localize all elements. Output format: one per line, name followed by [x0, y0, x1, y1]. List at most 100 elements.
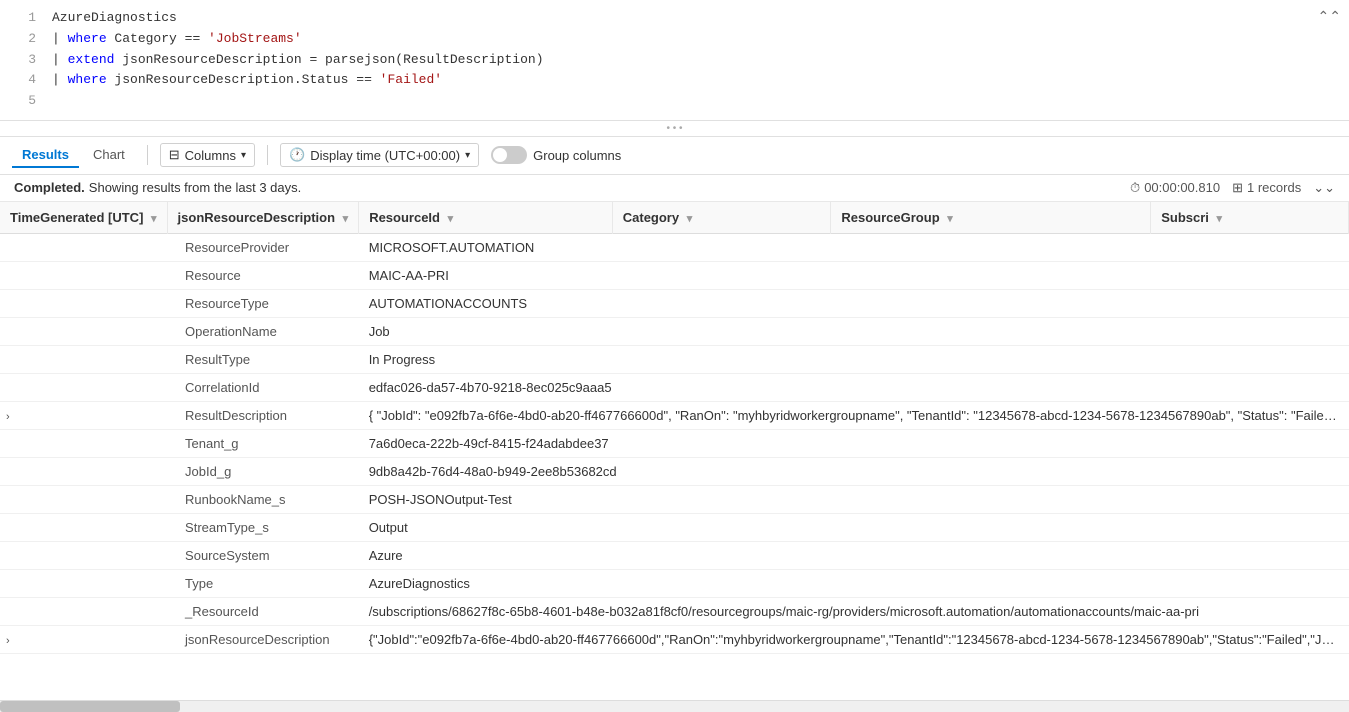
line-number: 4 — [12, 70, 36, 91]
line-content: | extend jsonResourceDescription = parse… — [52, 50, 544, 71]
code-line: 4| where jsonResourceDescription.Status … — [0, 70, 1349, 91]
collapse-editor-button[interactable]: ⌃⌃ — [1318, 8, 1341, 25]
table-row: CorrelationIdedfac026-da57-4b70-9218-8ec… — [0, 373, 1349, 401]
row-value: Output — [359, 513, 1349, 541]
table-header-cell[interactable]: Category ▾ — [612, 202, 831, 234]
row-label: jsonResourceDescription — [167, 625, 359, 653]
expand-cell — [0, 317, 167, 345]
toggle-switch-control[interactable] — [491, 146, 527, 164]
row-label: ResultDescription — [167, 401, 359, 429]
row-label: Tenant_g — [167, 429, 359, 457]
display-time-button[interactable]: 🕐 Display time (UTC+00:00) ▾ — [280, 143, 479, 167]
expand-cell — [0, 485, 167, 513]
expand-cell — [0, 541, 167, 569]
row-value: In Progress — [359, 345, 1349, 373]
clock-icon-status: ⏱ — [1130, 180, 1140, 196]
scrollbar-thumb[interactable] — [0, 701, 180, 712]
table-row: JobId_g9db8a42b-76d4-48a0-b949-2ee8b5368… — [0, 457, 1349, 485]
table-row: ResultTypeIn Progress — [0, 345, 1349, 373]
row-label: OperationName — [167, 317, 359, 345]
code-editor[interactable]: 1AzureDiagnostics2| where Category == 'J… — [0, 0, 1349, 121]
line-number: 3 — [12, 50, 36, 71]
expand-cell — [0, 597, 167, 625]
status-showing: Showing results from the last 3 days. — [89, 180, 301, 195]
filter-icon[interactable]: ▾ — [1217, 213, 1223, 225]
row-value: edfac026-da57-4b70-9218-8ec025c9aaa5 — [359, 373, 1349, 401]
row-label: StreamType_s — [167, 513, 359, 541]
table-row: StreamType_sOutput — [0, 513, 1349, 541]
row-label: SourceSystem — [167, 541, 359, 569]
row-value: Azure — [359, 541, 1349, 569]
line-number: 1 — [12, 8, 36, 29]
expand-cell — [0, 513, 167, 541]
row-value: Job — [359, 317, 1349, 345]
filter-icon[interactable]: ▾ — [448, 213, 454, 225]
records-display: ⊞ 1 records — [1232, 180, 1301, 196]
code-line: 3 | extend jsonResourceDescription = pars… — [0, 50, 1349, 71]
clock-icon: 🕐 — [289, 147, 305, 163]
table-row: › jsonResourceDescription{"JobId":"e092fb… — [0, 625, 1349, 653]
row-value: 9db8a42b-76d4-48a0-b949-2ee8b53682cd — [359, 457, 1349, 485]
status-left: Completed. Showing results from the last… — [14, 180, 301, 195]
expand-results-button[interactable]: ⌄⌄ — [1313, 180, 1335, 196]
horizontal-scrollbar[interactable] — [0, 700, 1349, 712]
row-label: JobId_g — [167, 457, 359, 485]
row-value: { "JobId": "e092fb7a-6f6e-4bd0-ab20-ff46… — [359, 401, 1349, 429]
table-row: TypeAzureDiagnostics — [0, 569, 1349, 597]
line-number: 5 — [12, 91, 36, 112]
row-expand-button[interactable]: › — [6, 635, 10, 647]
table-icon-status: ⊞ — [1232, 180, 1243, 196]
table-header-cell[interactable]: ResourceId ▾ — [359, 202, 613, 234]
tab-chart[interactable]: Chart — [83, 143, 135, 168]
status-bar: Completed. Showing results from the last… — [0, 175, 1349, 202]
row-label: RunbookName_s — [167, 485, 359, 513]
tab-results[interactable]: Results — [12, 143, 79, 168]
columns-button[interactable]: ⊟ Columns ▾ — [160, 143, 255, 167]
expand-cell — [0, 457, 167, 485]
row-value: POSH-JSONOutput-Test — [359, 485, 1349, 513]
filter-icon[interactable]: ▾ — [343, 213, 349, 225]
row-label: Resource — [167, 261, 359, 289]
filter-icon[interactable]: ▾ — [151, 213, 157, 225]
status-right: ⏱ 00:00:00.810 ⊞ 1 records ⌄⌄ — [1130, 180, 1335, 196]
group-columns-toggle[interactable]: Group columns — [491, 146, 621, 164]
resize-handle[interactable]: • • • — [0, 121, 1349, 137]
filter-icon[interactable]: ▾ — [687, 213, 693, 225]
row-value: {"JobId":"e092fb7a-6f6e-4bd0-ab20-ff4677… — [359, 625, 1349, 653]
results-table-container: TimeGenerated [UTC] ▾jsonResourceDescrip… — [0, 202, 1349, 700]
table-row: › ResultDescription{ "JobId": "e092fb7a-6… — [0, 401, 1349, 429]
table-row: Tenant_g7a6d0eca-222b-49cf-8415-f24adabd… — [0, 429, 1349, 457]
status-completed: Completed. — [14, 180, 85, 195]
row-label: _ResourceId — [167, 597, 359, 625]
expand-cell — [0, 289, 167, 317]
duration-display: ⏱ 00:00:00.810 — [1130, 180, 1220, 196]
expand-cell[interactable]: › — [0, 625, 167, 653]
table-row: SourceSystemAzure — [0, 541, 1349, 569]
expand-cell — [0, 345, 167, 373]
table-header-cell[interactable]: TimeGenerated [UTC] ▾ — [0, 202, 167, 234]
toolbar-divider-2 — [267, 145, 268, 165]
filter-icon[interactable]: ▾ — [947, 213, 953, 225]
row-label: CorrelationId — [167, 373, 359, 401]
row-expand-button[interactable]: › — [6, 411, 10, 423]
code-line: 5 — [0, 91, 1349, 112]
duration-value: 00:00:00.810 — [1144, 180, 1220, 195]
table-row: _ResourceId/subscriptions/68627f8c-65b8-… — [0, 597, 1349, 625]
toolbar-divider-1 — [147, 145, 148, 165]
code-line: 1AzureDiagnostics — [0, 8, 1349, 29]
row-label: ResourceType — [167, 289, 359, 317]
table-header-cell[interactable]: jsonResourceDescription ▾ — [167, 202, 359, 234]
table-row: ResourceProviderMICROSOFT.AUTOMATION — [0, 233, 1349, 261]
chevron-down-icon-2: ▾ — [465, 150, 470, 161]
results-table: TimeGenerated [UTC] ▾jsonResourceDescrip… — [0, 202, 1349, 654]
expand-cell — [0, 261, 167, 289]
row-value: AzureDiagnostics — [359, 569, 1349, 597]
chevron-down-icon: ▾ — [241, 150, 246, 161]
expand-cell[interactable]: › — [0, 401, 167, 429]
table-header-cell[interactable]: Subscri ▾ — [1151, 202, 1349, 234]
expand-cell — [0, 373, 167, 401]
columns-label: Columns — [185, 148, 236, 163]
table-row: ResourceTypeAUTOMATIONACCOUNTS — [0, 289, 1349, 317]
code-line: 2| where Category == 'JobStreams' — [0, 29, 1349, 50]
table-header-cell[interactable]: ResourceGroup ▾ — [831, 202, 1151, 234]
